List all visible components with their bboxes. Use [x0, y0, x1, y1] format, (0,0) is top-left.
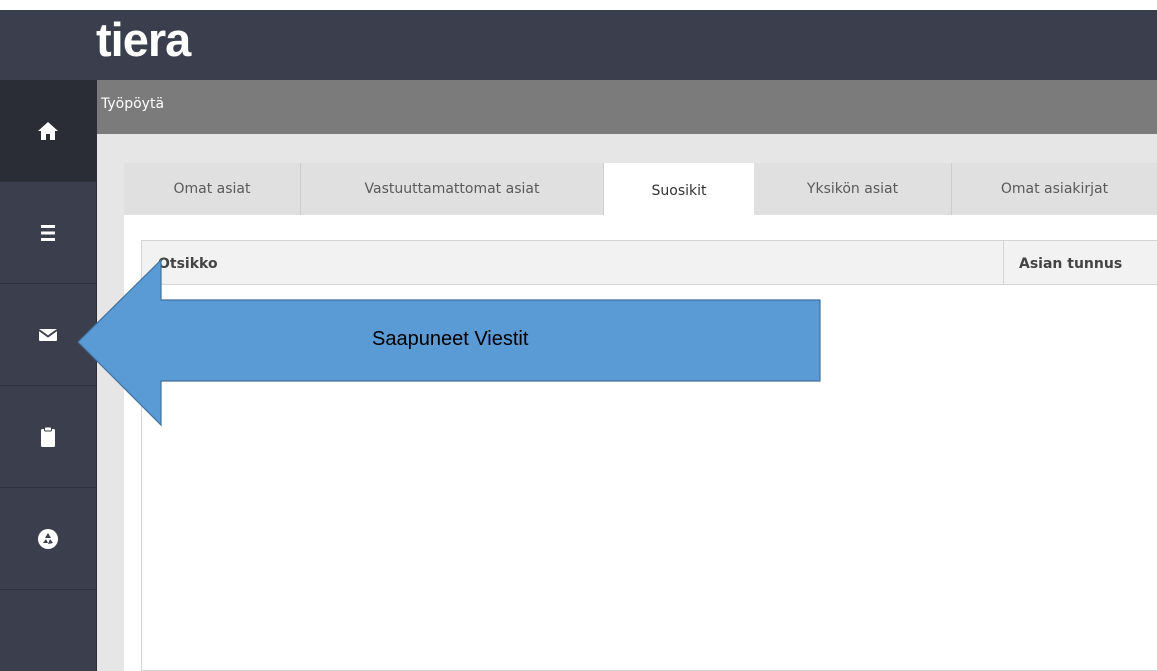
page: tiera Työpöytä Omat asiat Vastuuttamatto…: [0, 0, 1157, 671]
callout-arrow: [77, 258, 821, 427]
callout-label: Saapuneet Viestit: [372, 328, 529, 350]
